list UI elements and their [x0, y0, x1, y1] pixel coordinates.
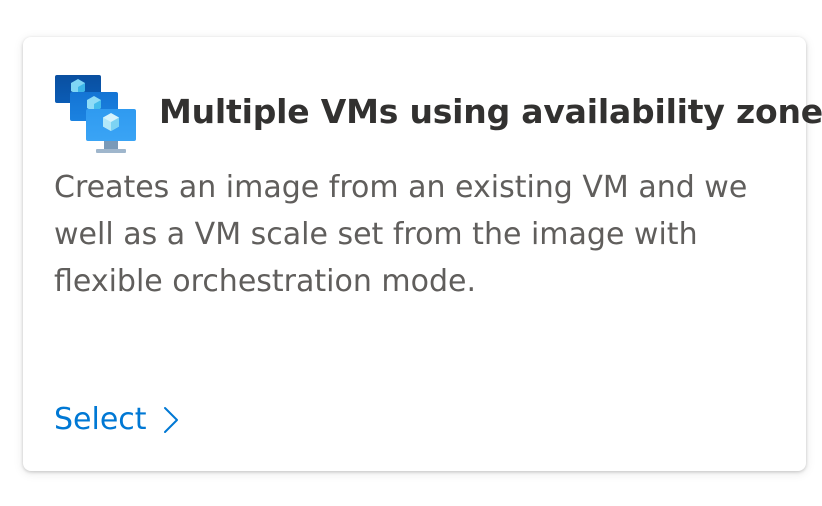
select-label: Select: [54, 402, 147, 437]
select-link[interactable]: Select: [54, 396, 179, 444]
card-description: Creates an image from an existing VM and…: [54, 170, 748, 299]
chevron-right-icon: [163, 407, 178, 433]
card-title: Multiple VMs using availability zones: [159, 92, 822, 131]
vm-scale-set-icon: [55, 75, 136, 153]
template-card: Multiple VMs using availability zones Cr…: [23, 37, 822, 471]
